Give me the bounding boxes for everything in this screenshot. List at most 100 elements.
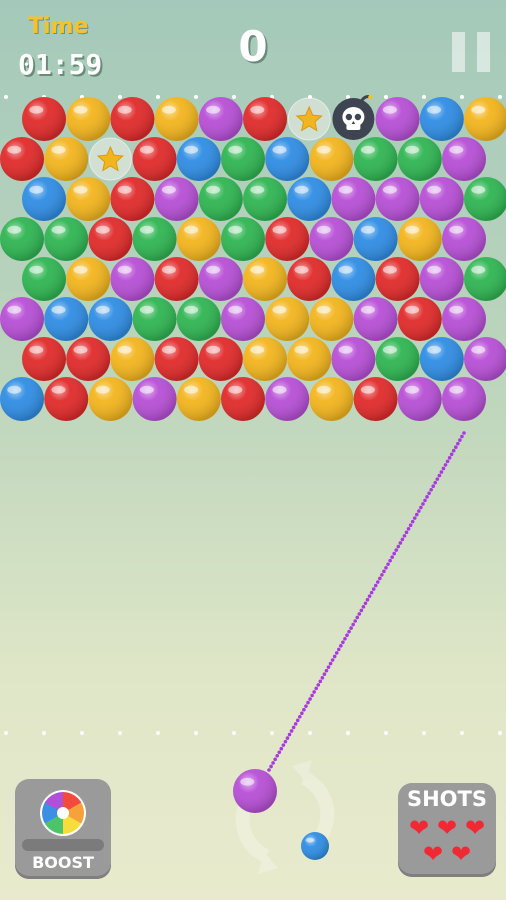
bubble-red (66, 337, 111, 381)
bubble-purple (353, 297, 398, 341)
bubble-purple (198, 97, 243, 141)
bubble-blue (44, 297, 89, 341)
bubble-red (132, 137, 177, 181)
shots-label: SHOTS (406, 787, 487, 811)
bubble-green (221, 217, 265, 261)
bubble-red (22, 337, 66, 381)
bubble-red (198, 337, 243, 381)
heart-icon: ❤ (450, 840, 472, 868)
bubble-blue (265, 137, 310, 181)
score: 0 (238, 22, 268, 71)
boost-button[interactable]: BOOST (15, 779, 111, 879)
bubble-red (265, 217, 310, 261)
bubble-purple (132, 377, 177, 421)
bubble-green (464, 257, 506, 301)
bubble-grid[interactable] (0, 94, 506, 421)
bubble-blue (287, 177, 332, 221)
bubble-purple (331, 177, 376, 221)
game-board[interactable] (0, 0, 506, 900)
bubble-purple (442, 377, 486, 421)
bubble-purple (375, 97, 420, 141)
pause-icon (477, 32, 490, 72)
bubble-green (221, 137, 265, 181)
bubble-red (221, 377, 265, 421)
bubble-blue (176, 137, 221, 181)
bubble-green (132, 297, 177, 341)
bubble-blue (331, 257, 376, 301)
bubble-green (464, 177, 506, 221)
bubble-orange (265, 297, 310, 341)
bubble-red (110, 97, 155, 141)
bubble-green (243, 177, 287, 221)
bubble-blue (22, 177, 66, 221)
bubble-purple (442, 297, 486, 341)
bubble-red (353, 377, 398, 421)
bubble-red (397, 297, 442, 341)
bubble-green (176, 297, 221, 341)
bubble-blue (419, 97, 464, 141)
bubble-orange (176, 377, 221, 421)
bubble-green (132, 217, 177, 261)
pause-button[interactable] (452, 32, 490, 72)
bubble-orange (176, 217, 221, 261)
bubble-purple (309, 217, 354, 261)
bubble-purple (419, 177, 464, 221)
bubble-orange (154, 97, 199, 141)
star-bubble (88, 137, 132, 181)
bubble-orange (110, 337, 155, 381)
bubble-purple (0, 297, 44, 341)
bubble-orange (66, 97, 111, 141)
top-boundary-line (4, 95, 502, 99)
bubble-purple (233, 769, 277, 813)
bubble-purple (419, 257, 464, 301)
bubble-blue (353, 217, 398, 261)
pause-icon (452, 32, 465, 72)
bubble-red (22, 97, 66, 141)
star-bubble (287, 97, 331, 141)
bubble-green (397, 137, 442, 181)
bubble-green (0, 217, 44, 261)
bubble-red (44, 377, 89, 421)
bubble-orange (243, 337, 287, 381)
bubble-red (243, 97, 287, 141)
bubble-red (154, 257, 199, 301)
bubble-purple (375, 177, 420, 221)
shots-hearts: ❤ ❤ ❤❤ ❤ (398, 815, 496, 867)
bubble-purple (442, 217, 486, 261)
bubble-purple (198, 257, 243, 301)
bubble-purple (221, 297, 265, 341)
shots-panel: SHOTS ❤ ❤ ❤❤ ❤ (398, 783, 496, 877)
bubble-orange (44, 137, 89, 181)
bubble-orange (66, 257, 111, 301)
bubble-purple (265, 377, 310, 421)
bubble-purple (331, 337, 376, 381)
bubble-orange (287, 337, 332, 381)
next-bubble[interactable] (301, 832, 329, 860)
shooter-bubble[interactable] (233, 769, 277, 813)
bubble-blue (301, 832, 329, 860)
bubble-red (0, 137, 44, 181)
bubble-red (375, 257, 420, 301)
bubble-green (44, 217, 89, 261)
bubble-orange (309, 297, 354, 341)
bubble-purple (110, 257, 155, 301)
bubble-green (198, 177, 243, 221)
bubble-red (287, 257, 332, 301)
bubble-purple (442, 137, 486, 181)
skull-bomb-icon (332, 94, 375, 140)
bubble-purple (464, 337, 506, 381)
bubble-orange (243, 257, 287, 301)
bubble-green (353, 137, 398, 181)
heart-icon: ❤ (408, 814, 430, 842)
bubble-blue (0, 377, 44, 421)
bubble-red (88, 217, 133, 261)
bubble-orange (88, 377, 133, 421)
bubble-blue (419, 337, 464, 381)
bubble-orange (309, 137, 354, 181)
bubble-orange (309, 377, 354, 421)
bubble-green (22, 257, 66, 301)
heart-icon: ❤ (422, 840, 444, 868)
heart-icon: ❤ (464, 814, 486, 842)
bubble-orange (66, 177, 111, 221)
aim-trajectory (267, 431, 466, 772)
